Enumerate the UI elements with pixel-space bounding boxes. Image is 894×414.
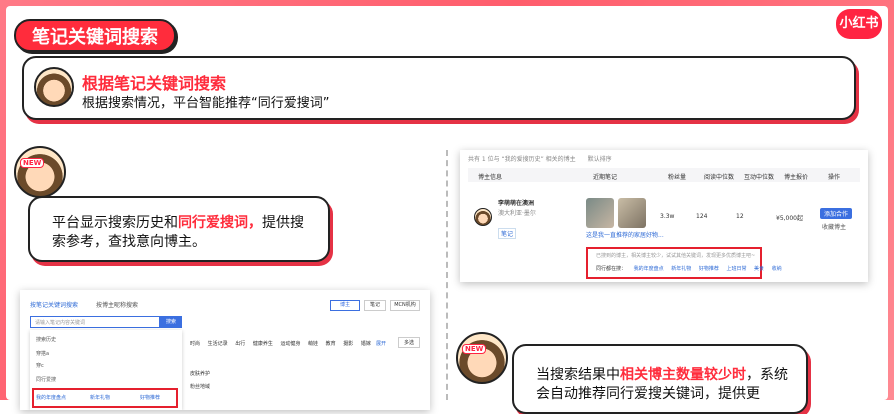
peer-label: 同行爱搜 [36,377,57,383]
col-header: 阅读中位数 [704,174,735,181]
tag-link[interactable]: 美食 [754,266,764,272]
tag-link[interactable]: 我的年度盘点 [634,266,664,272]
bubble1-text: 平台显示搜索历史和 [52,215,178,231]
category-item[interactable]: 运动健身 [280,341,300,347]
expand-link[interactable]: 展开 [376,340,386,347]
category-item[interactable]: 健康养生 [253,341,273,347]
avatar-icon [34,67,74,107]
blogger-name[interactable]: 李萌萌在澳洲 [498,198,534,207]
col-header: 博主信息 [478,174,503,181]
note-thumbnail[interactable] [618,198,646,228]
screenshot-blogger-results: 共有 1 位与 “我的爱搜历史” 相关的博主 默认排序 博主信息 近期笔记 粉丝量… [460,150,868,282]
category-list: 时尚 生活记录 出行 健康养生 运动健身 萌娃 教育 摄影 婚嫁 [190,340,377,347]
new-badge: NEW [20,158,45,168]
category-item[interactable]: 摄影 [343,341,353,347]
bubble2-text: 当搜索结果中 [536,367,620,383]
intro-card: 根据笔记关键词搜索 根据搜索情况，平台智能推荐“同行爱搜词” [22,56,856,120]
search-button[interactable]: 搜索 [160,316,182,328]
followers-value: 3.3w [660,213,675,220]
bubble1-highlight: 同行爱搜词， [178,215,262,231]
multi-select-button[interactable]: 多选 [398,337,421,348]
col-header: 互动中位数 [744,174,775,181]
category-item[interactable]: 教育 [326,341,336,347]
category-item[interactable]: 时尚 [190,341,200,347]
screenshot-search-panel: 按笔记关键词搜索 按博主昵称搜索 请输入笔记内容关键词 搜索 博主 笔记 MCN机… [20,290,430,410]
blogger-badge: 笔记 [498,228,517,239]
type-mcn-button[interactable]: MCN机构 [390,300,420,311]
col-header: 博主报价 [784,174,809,181]
favorite-blogger-button[interactable]: 收藏博主 [822,222,846,231]
tab-note-keyword[interactable]: 按笔记关键词搜索 [30,302,78,309]
add-cooperation-button[interactable]: 添加合作 [820,208,853,219]
intro-subtitle: 根据搜索情况，平台智能推荐“同行爱搜词” [82,96,330,111]
divider [446,150,448,400]
table-header: 博主信息 近期笔记 粉丝量 阅读中位数 互动中位数 博主报价 操作 [468,168,860,182]
search-dropdown: 搜索历史 穿搭a 穿c 同行爱搜 我的年度盘点 新年礼物 好物推荐 [30,330,182,410]
search-input[interactable]: 请输入笔记内容关键词 [30,316,160,328]
category-item[interactable]: 出行 [235,341,245,347]
new-badge: NEW [462,344,487,354]
peer-search-label: 同行都在搜： [596,266,627,272]
tag-link[interactable]: 收纳 [772,266,782,272]
col-header: 粉丝量 [668,174,687,181]
skin-care-filter[interactable]: 皮肤养护 [190,370,210,377]
speech-bubble-1: 平台显示搜索历史和同行爱搜词，提供搜索参考，查找意向博主。 [28,196,330,262]
col-header: 近期笔记 [593,174,618,181]
note-caption[interactable]: 这是我一直推荐的家居好物... [586,230,664,239]
bubble2-highlight: 相关博主数量较少时 [620,367,746,383]
sort-label[interactable]: 默认排序 [588,156,612,163]
region-filter[interactable]: 粉丝地域 [190,383,210,390]
category-item[interactable]: 生活记录 [208,341,228,347]
tag-link[interactable]: 新年礼物 [671,266,691,272]
type-blogger-button[interactable]: 博主 [330,300,360,311]
note-thumbnail[interactable] [586,198,614,228]
mascot-avatar-icon [14,146,66,198]
price-value: ¥5,000起 [776,215,803,222]
history-label: 搜索历史 [36,337,57,343]
tab-blogger-name[interactable]: 按博主昵称搜索 [96,302,138,309]
xiaohongshu-logo: 小红书 [836,9,882,39]
mascot-avatar-icon [456,332,508,384]
interact-value: 12 [736,213,744,220]
tag-link[interactable]: 上班日常 [726,266,746,272]
history-item[interactable]: 穿搭a [36,350,49,357]
type-note-button[interactable]: 笔记 [364,300,386,311]
result-count: 共有 1 位与 “我的爱搜历史” 相关的博主 [468,156,576,163]
category-item[interactable]: 萌娃 [308,341,318,347]
few-results-tip: 已搜到的博主，相关博主较少，试试其他关键词，发现更多优质博主吧~ [596,253,756,259]
speech-bubble-2: 当搜索结果中相关博主数量较少时，系统会自动推荐同行爱搜关键词，提供更 [512,344,808,414]
tag-link[interactable]: 好物推荐 [699,266,719,272]
reads-value: 124 [696,213,708,220]
blogger-avatar [474,208,492,226]
history-item[interactable]: 穿c [36,362,44,369]
category-item[interactable]: 婚嫁 [361,341,371,347]
blogger-location: 澳大利亚·墨尔 [498,210,536,217]
peer-search-tags: 同行都在搜： 我的年度盘点 新年礼物 好物推荐 上班日常 美食 收纳 [596,265,788,272]
page-title: 笔记关键词搜索 [14,19,176,52]
col-header: 操作 [828,174,841,181]
intro-title: 根据笔记关键词搜索 [82,74,227,93]
